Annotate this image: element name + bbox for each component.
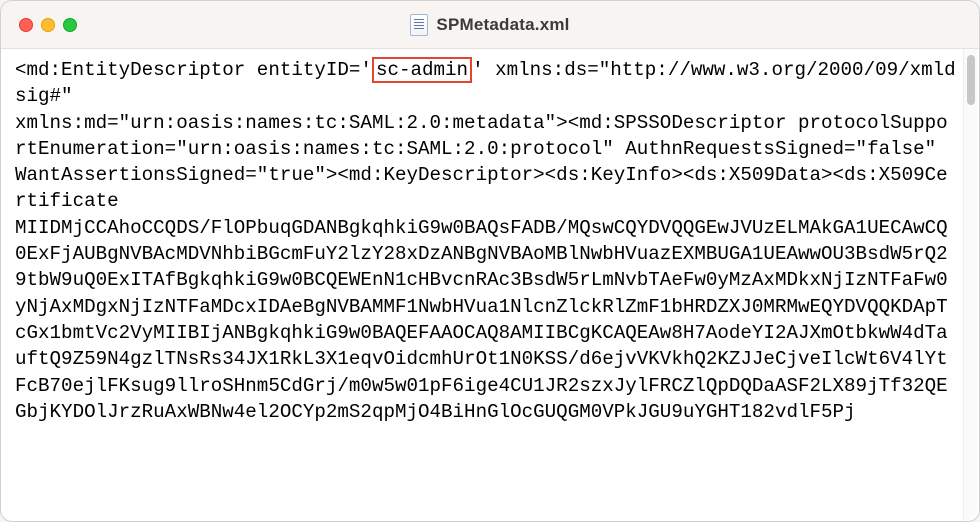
- maximize-button[interactable]: [63, 18, 77, 32]
- document-icon: [410, 14, 428, 36]
- close-button[interactable]: [19, 18, 33, 32]
- xml-content[interactable]: <md:EntityDescriptor entityID='sc-admin'…: [1, 49, 979, 521]
- titlebar[interactable]: SPMetadata.xml: [1, 1, 979, 49]
- text-editor-window: SPMetadata.xml <md:EntityDescriptor enti…: [0, 0, 980, 522]
- entity-id-highlight: sc-admin: [372, 57, 472, 83]
- title-center: SPMetadata.xml: [1, 14, 979, 36]
- scrollbar-track[interactable]: [963, 49, 977, 521]
- content-area: <md:EntityDescriptor entityID='sc-admin'…: [1, 49, 979, 521]
- xml-before-highlight: <md:EntityDescriptor entityID=': [15, 59, 372, 81]
- minimize-button[interactable]: [41, 18, 55, 32]
- xml-after-highlight: ' xmlns:ds="http://www.w3.org/2000/09/xm…: [15, 59, 956, 423]
- traffic-lights: [1, 18, 77, 32]
- window-title: SPMetadata.xml: [436, 15, 569, 35]
- scrollbar-thumb[interactable]: [967, 55, 975, 105]
